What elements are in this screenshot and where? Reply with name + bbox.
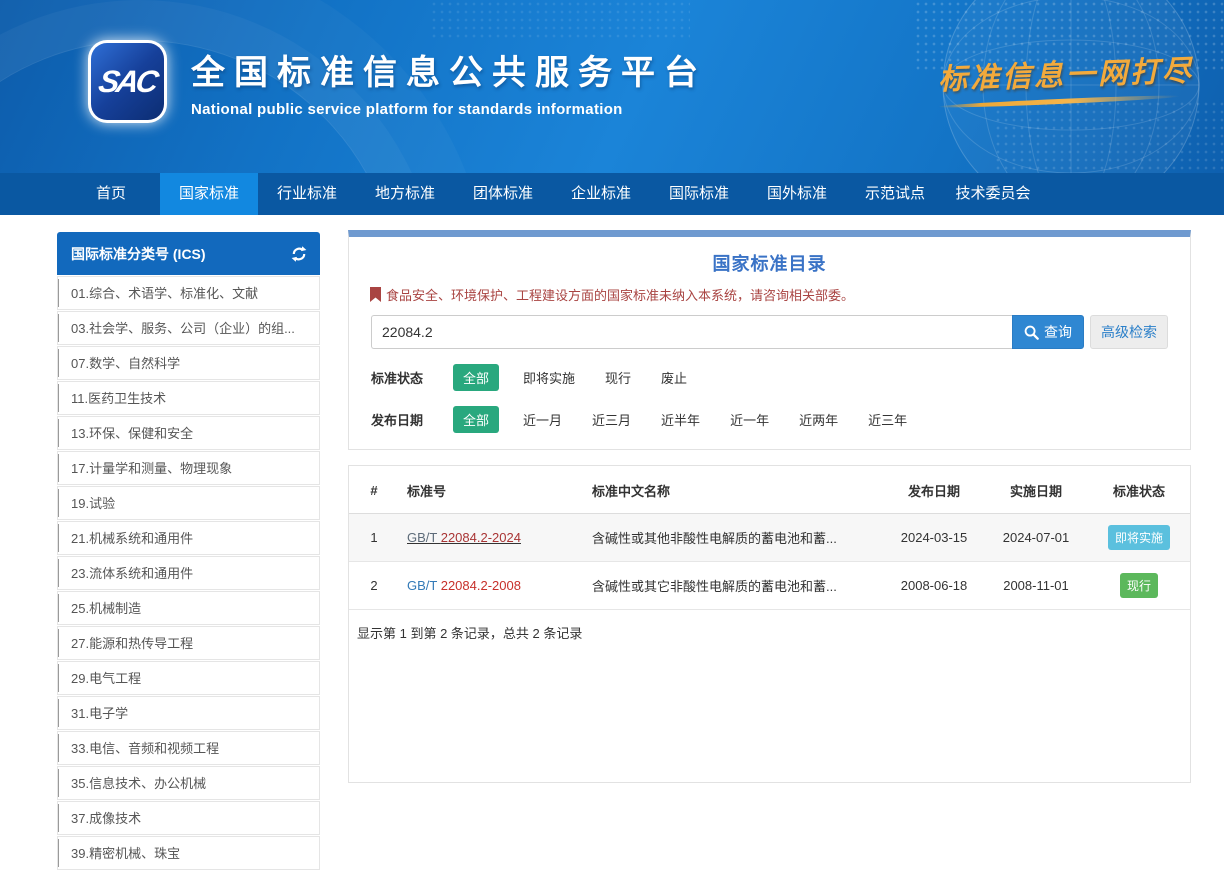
dot-pattern (430, 0, 690, 40)
column-header: 标准状态 (1088, 466, 1190, 514)
main-nav: 首页国家标准行业标准地方标准团体标准企业标准国际标准国外标准示范试点技术委员会 (0, 173, 1224, 215)
filter-option[interactable]: 全部 (453, 364, 499, 391)
column-header: # (349, 466, 399, 514)
nav-item[interactable]: 国外标准 (748, 173, 846, 215)
table-header-row: #标准号标准中文名称发布日期实施日期标准状态 (349, 466, 1190, 514)
filter-option[interactable]: 近两年 (799, 410, 838, 429)
search-input[interactable] (371, 315, 1012, 349)
sac-logo-text: SAC (96, 64, 159, 100)
ics-category-item[interactable]: 17.计量学和测量、物理现象 (57, 451, 320, 485)
ics-category-item[interactable]: 13.环保、保健和安全 (57, 416, 320, 450)
filter-label: 发布日期 (371, 410, 433, 429)
refresh-icon[interactable] (290, 245, 308, 263)
publish-date: 2024-03-15 (884, 514, 984, 562)
implement-date: 2024-07-01 (984, 514, 1088, 562)
ics-category-item[interactable]: 03.社会学、服务、公司（企业）的组... (57, 311, 320, 345)
site-header: SAC 全国标准信息公共服务平台 National public service… (0, 0, 1224, 173)
filter-option[interactable]: 废止 (661, 368, 687, 387)
sac-logo: SAC (88, 40, 167, 123)
status-badge: 现行 (1120, 573, 1158, 598)
sidebar: 国际标准分类号 (ICS) 01.综合、术语学、标准化、文献03.社会学、服务、… (57, 232, 320, 871)
column-header: 发布日期 (884, 466, 984, 514)
page-title: 国家标准目录 (349, 250, 1190, 276)
ics-category-item[interactable]: 31.电子学 (57, 696, 320, 730)
ics-category-item[interactable]: 11.医药卫生技术 (57, 381, 320, 415)
filter-option[interactable]: 近一月 (523, 410, 562, 429)
nav-item[interactable]: 技术委员会 (944, 173, 1042, 215)
slogan-text: 标准信息一网打尽 (937, 48, 1180, 98)
filters: 标准状态全部即将实施现行废止发布日期全部近一月近三月近半年近一年近两年近三年 (349, 364, 1190, 433)
search-panel: 国家标准目录 食品安全、环境保护、工程建设方面的国家标准未纳入本系统，请咨询相关… (348, 230, 1191, 450)
nav-item[interactable]: 企业标准 (552, 173, 650, 215)
site-title: 全国标准信息公共服务平台 (191, 45, 707, 94)
nav-item[interactable]: 团体标准 (454, 173, 552, 215)
filter-row: 发布日期 全部 近一月 近三月 近半年 近一年 近两年 近三年 (371, 406, 1168, 433)
filter-option[interactable]: 近半年 (661, 410, 700, 429)
nav-item[interactable]: 国家标准 (160, 173, 258, 215)
filter-option[interactable]: 全部 (453, 406, 499, 433)
content-area: 国际标准分类号 (ICS) 01.综合、术语学、标准化、文献03.社会学、服务、… (0, 215, 1224, 871)
notice-bar: 食品安全、环境保护、工程建设方面的国家标准未纳入本系统，请咨询相关部委。 (370, 285, 1169, 304)
status-badge: 即将实施 (1108, 525, 1170, 550)
standard-name: 含碱性或其他非酸性电解质的蓄电池和蓄... (584, 514, 884, 562)
results-panel: #标准号标准中文名称发布日期实施日期标准状态 1 GB/T 22084.2-202… (348, 465, 1191, 783)
row-index: 2 (349, 562, 399, 610)
ics-category-item[interactable]: 29.电气工程 (57, 661, 320, 695)
column-header: 标准号 (399, 466, 584, 514)
standard-link[interactable]: GB/T 22084.2-2024 (407, 530, 521, 545)
filter-option[interactable]: 现行 (605, 368, 631, 387)
ics-category-item[interactable]: 37.成像技术 (57, 801, 320, 835)
ics-category-item[interactable]: 39.精密机械、珠宝 (57, 836, 320, 870)
result-row: 2GB/T 22084.2-2008含碱性或其它非酸性电解质的蓄电池和蓄...2… (349, 562, 1190, 610)
ics-category-item[interactable]: 25.机械制造 (57, 591, 320, 625)
filter-label: 标准状态 (371, 368, 433, 387)
standard-name: 含碱性或其它非酸性电解质的蓄电池和蓄... (584, 562, 884, 610)
ics-category-item[interactable]: 21.机械系统和通用件 (57, 521, 320, 555)
site-subtitle: National public service platform for sta… (191, 101, 707, 118)
nav-item[interactable]: 地方标准 (356, 173, 454, 215)
nav-item[interactable]: 示范试点 (846, 173, 944, 215)
slogan-banner: 标准信息一网打尽 (938, 52, 1180, 104)
filter-option[interactable]: 近三月 (592, 410, 631, 429)
implement-date: 2008-11-01 (984, 562, 1088, 610)
search-icon (1024, 325, 1039, 340)
search-bar: 查询 高级检索 (371, 315, 1168, 349)
standard-link[interactable]: GB/T 22084.2-2008 (407, 578, 521, 593)
page: SAC 全国标准信息公共服务平台 National public service… (0, 0, 1224, 871)
notice-text: 食品安全、环境保护、工程建设方面的国家标准未纳入本系统，请咨询相关部委。 (386, 285, 854, 304)
result-row: 1GB/T 22084.2-2024含碱性或其他非酸性电解质的蓄电池和蓄...2… (349, 514, 1190, 562)
ics-category-item[interactable]: 07.数学、自然科学 (57, 346, 320, 380)
column-header: 实施日期 (984, 466, 1088, 514)
filter-option[interactable]: 近一年 (730, 410, 769, 429)
nav-item[interactable]: 行业标准 (258, 173, 356, 215)
ics-category-item[interactable]: 01.综合、术语学、标准化、文献 (57, 276, 320, 310)
results-table: #标准号标准中文名称发布日期实施日期标准状态 1 GB/T 22084.2-202… (349, 466, 1190, 610)
results-summary: 显示第 1 到第 2 条记录，总共 2 条记录 (349, 610, 1190, 655)
sidebar-header: 国际标准分类号 (ICS) (57, 232, 320, 275)
column-header: 标准中文名称 (584, 466, 884, 514)
ics-category-item[interactable]: 23.流体系统和通用件 (57, 556, 320, 590)
filter-option[interactable]: 即将实施 (523, 368, 575, 387)
ics-category-item[interactable]: 19.试验 (57, 486, 320, 520)
search-button[interactable]: 查询 (1012, 315, 1084, 349)
nav-item[interactable]: 国际标准 (650, 173, 748, 215)
ics-category-item[interactable]: 27.能源和热传导工程 (57, 626, 320, 660)
advanced-search-button[interactable]: 高级检索 (1090, 315, 1168, 349)
ics-category-item[interactable]: 35.信息技术、办公机械 (57, 766, 320, 800)
publish-date: 2008-06-18 (884, 562, 984, 610)
row-index: 1 (349, 514, 399, 562)
ics-category-list: 01.综合、术语学、标准化、文献03.社会学、服务、公司（企业）的组...07.… (57, 276, 320, 871)
main-panel: 国家标准目录 食品安全、环境保护、工程建设方面的国家标准未纳入本系统，请咨询相关… (348, 230, 1191, 783)
filter-option[interactable]: 近三年 (868, 410, 907, 429)
sidebar-title: 国际标准分类号 (ICS) (71, 244, 206, 264)
ics-category-item[interactable]: 33.电信、音频和视频工程 (57, 731, 320, 765)
nav-item[interactable]: 首页 (62, 173, 160, 215)
bookmark-icon (370, 287, 381, 302)
filter-row: 标准状态 全部 即将实施 现行 废止 (371, 364, 1168, 391)
